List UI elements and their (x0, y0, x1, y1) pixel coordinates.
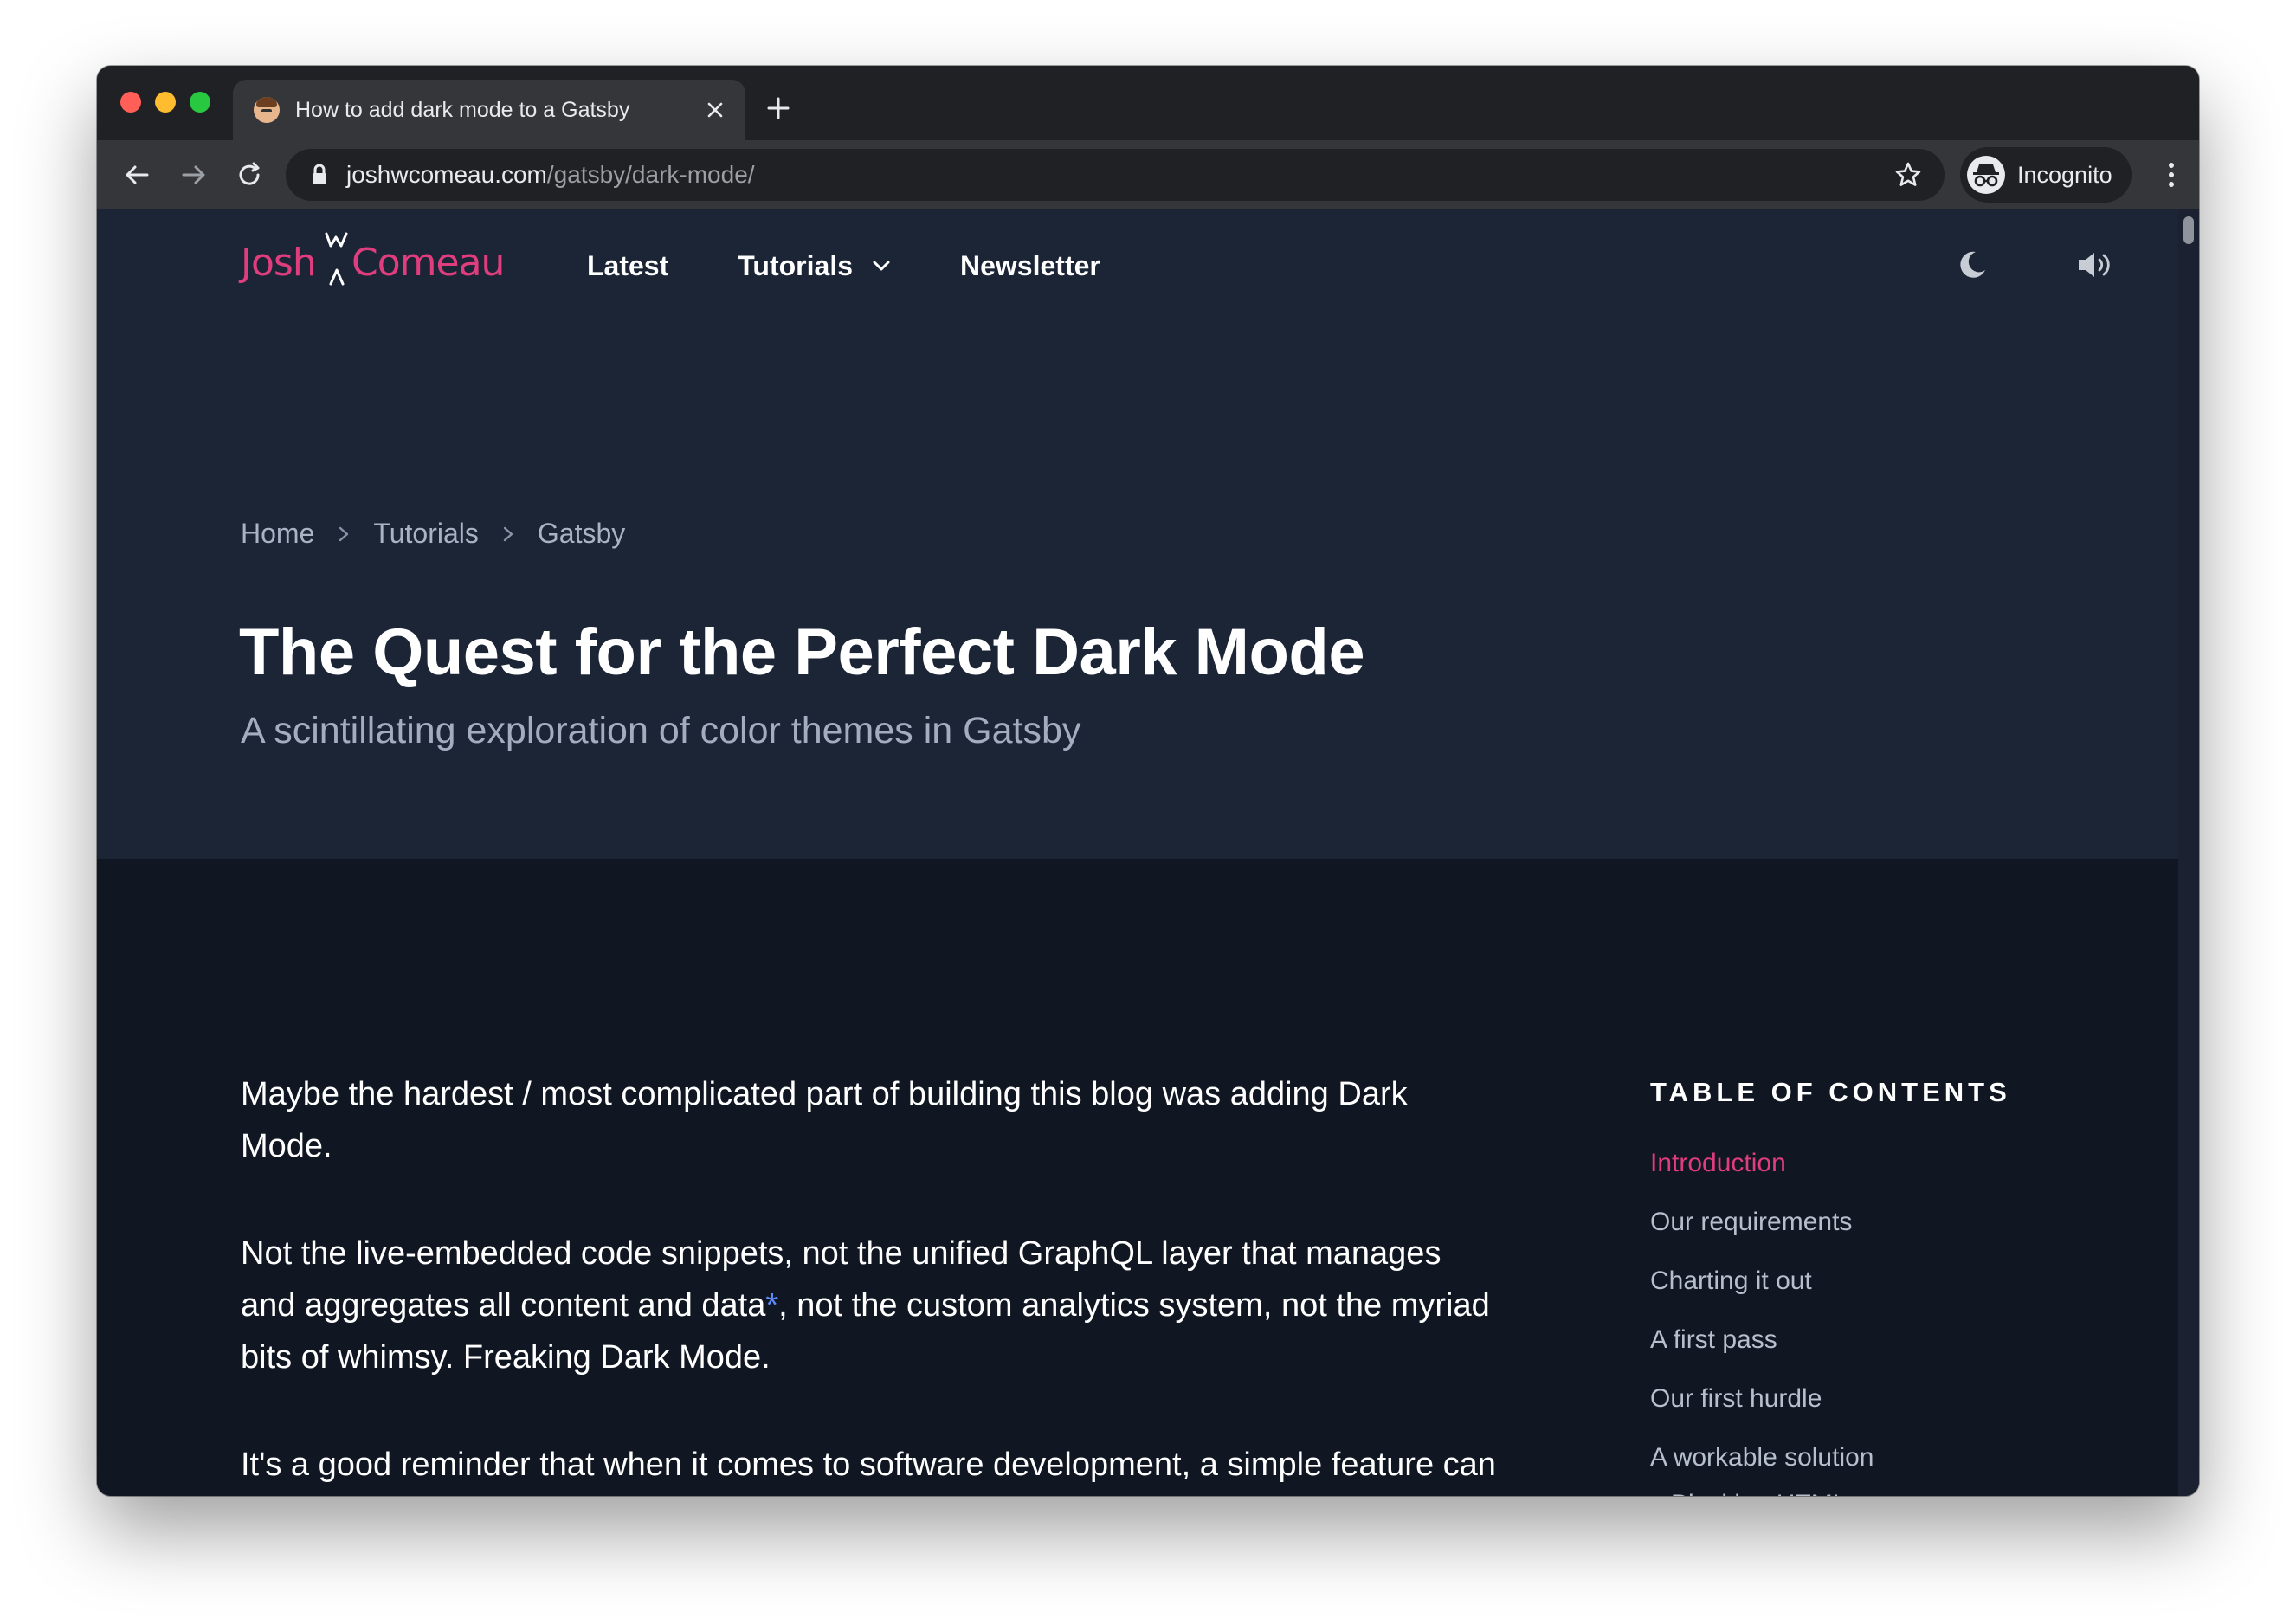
toc-item-first-hurdle[interactable]: Our first hurdle (1650, 1382, 2135, 1440)
site-header: Josh Comeau Latest Tutorials Newsletter (97, 209, 2178, 322)
chevron-right-icon (335, 525, 352, 543)
maximize-window-button[interactable] (190, 92, 210, 113)
incognito-icon (1967, 156, 2005, 194)
breadcrumb-gatsby[interactable]: Gatsby (538, 518, 625, 550)
toc-item-first-pass[interactable]: A first pass (1650, 1323, 2135, 1382)
main-nav: Latest Tutorials Newsletter (587, 209, 1170, 322)
table-of-contents: TABLE OF CONTENTS Introduction Our requi… (1650, 1077, 2135, 1496)
scrollbar-thumb[interactable] (2183, 216, 2194, 244)
breadcrumb-home[interactable]: Home (241, 518, 314, 550)
reload-icon[interactable] (232, 158, 267, 192)
footnote-link[interactable]: * (765, 1287, 778, 1324)
address-bar[interactable]: joshwcomeau.com/gatsby/dark-mode/ (286, 149, 1945, 201)
toc-list: Introduction Our requirements Charting i… (1650, 1146, 2135, 1496)
url-text[interactable]: joshwcomeau.com/gatsby/dark-mode/ (346, 161, 755, 189)
nav-tutorials-label: Tutorials (738, 249, 853, 281)
article-paragraph: Maybe the hardest / most complicated par… (241, 1076, 1408, 1164)
forward-arrow-icon[interactable] (177, 158, 211, 192)
favicon-icon (254, 97, 280, 123)
toc-item-charting[interactable]: Charting it out (1650, 1264, 2135, 1323)
site-logo[interactable]: Josh Comeau (241, 225, 505, 294)
chevron-down-icon (872, 256, 891, 275)
minimize-window-button[interactable] (155, 92, 176, 113)
browser-toolbar: joshwcomeau.com/gatsby/dark-mode/ Incogn… (97, 140, 2199, 209)
logo-first-name: Josh (241, 241, 317, 285)
title-bar: How to add dark mode to a Gatsby (97, 66, 2199, 140)
toc-item-blocking-html[interactable]: Blocking HTML (1650, 1487, 2135, 1496)
moon-icon[interactable] (1951, 244, 1993, 286)
browser-menu-icon[interactable] (2156, 156, 2187, 194)
tab-title: How to add dark mode to a Gatsby (295, 97, 630, 122)
toc-item-introduction[interactable]: Introduction (1650, 1146, 2135, 1205)
hero-section: Josh Comeau Latest Tutorials Newsletter … (97, 209, 2178, 859)
logo-last-name: Comeau (351, 241, 505, 285)
speaker-icon[interactable] (2074, 244, 2116, 286)
toc-heading: TABLE OF CONTENTS (1650, 1077, 2011, 1107)
nav-latest[interactable]: Latest (587, 250, 668, 282)
chevron-right-icon (500, 525, 517, 543)
browser-window: How to add dark mode to a Gatsby joshwco… (97, 66, 2199, 1496)
nav-tutorials[interactable]: Tutorials (738, 250, 891, 282)
article-paragraph: It's a good reminder that when it comes … (241, 1447, 1496, 1483)
lock-icon[interactable] (308, 162, 331, 188)
bookmark-star-icon[interactable] (1893, 159, 1924, 190)
browser-tab[interactable]: How to add dark mode to a Gatsby (233, 80, 745, 140)
close-window-button[interactable] (120, 92, 141, 113)
nav-newsletter[interactable]: Newsletter (960, 250, 1100, 282)
page-scrollbar[interactable] (2178, 209, 2199, 1496)
article-paragraph: Not the live-embedded code snippets, not… (241, 1228, 1505, 1383)
breadcrumb-tutorials[interactable]: Tutorials (373, 518, 479, 550)
article-body: Maybe the hardest / most complicated par… (241, 1068, 1505, 1496)
incognito-label: Incognito (2017, 161, 2112, 188)
page-viewport: Josh Comeau Latest Tutorials Newsletter … (97, 209, 2178, 1496)
incognito-profile-button[interactable]: Incognito (1960, 147, 2132, 203)
page-title: The Quest for the Perfect Dark Mode (239, 615, 1365, 689)
logo-mark-icon (325, 232, 348, 286)
back-arrow-icon[interactable] (119, 158, 154, 192)
new-tab-icon[interactable] (764, 93, 793, 123)
toc-item-requirements[interactable]: Our requirements (1650, 1205, 2135, 1264)
page-subtitle: A scintillating exploration of color the… (241, 710, 1081, 751)
close-tab-icon[interactable] (702, 97, 728, 123)
breadcrumb: Home Tutorials Gatsby (241, 518, 625, 550)
